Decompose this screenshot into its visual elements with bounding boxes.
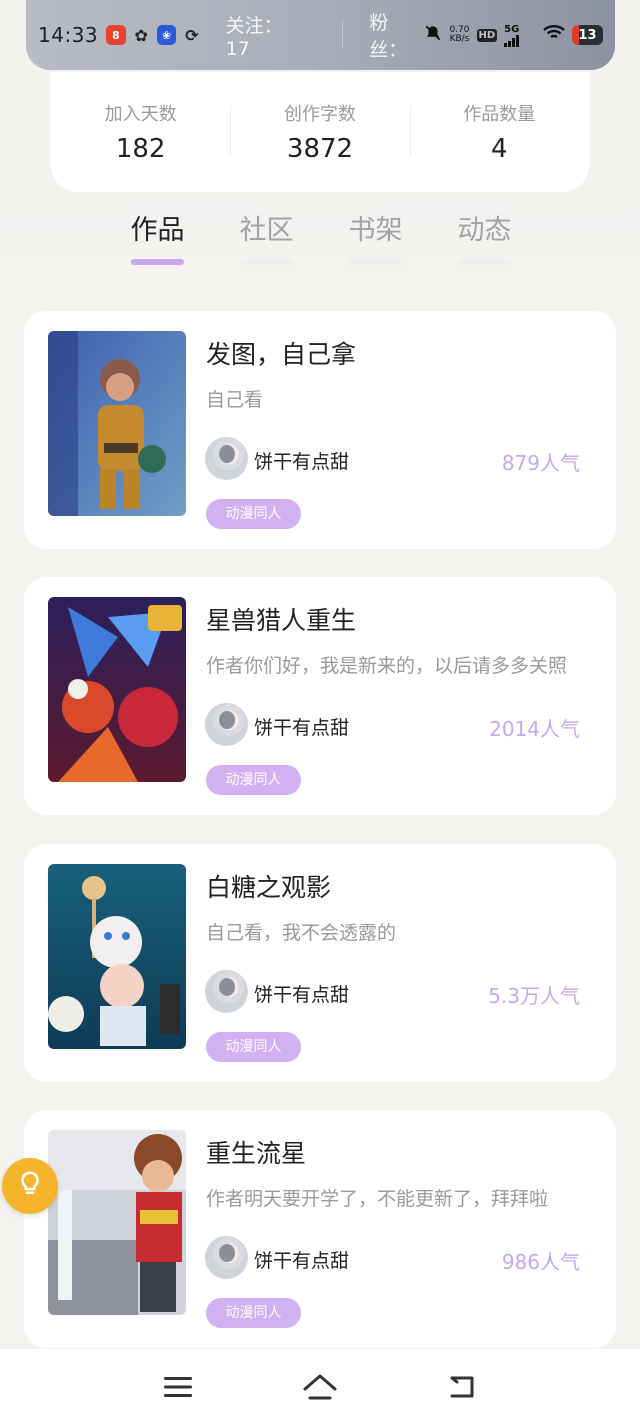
tab-indicator (458, 259, 511, 265)
profile-tabs: 作品 社区 书架 动态 (103, 208, 539, 268)
tab-indicator (240, 259, 293, 265)
baidu-icon: ❀ (156, 25, 177, 45)
tab-indicator (349, 259, 402, 265)
fans-count[interactable]: 粉丝： (369, 8, 424, 62)
leaf-icon: ⟳ (185, 25, 199, 45)
system-navigation-bar (0, 1349, 640, 1423)
popularity-count: 2014人气 (489, 717, 580, 741)
work-cover-image[interactable] (48, 864, 186, 1049)
tab-bookshelf[interactable]: 书架 (321, 208, 430, 268)
stat-value: 182 (115, 134, 166, 164)
follow-count[interactable]: 关注：17 (226, 11, 305, 60)
genre-tag[interactable]: 动漫同人 (206, 1298, 301, 1328)
work-title: 重生流星 (206, 1139, 307, 1168)
work-description: 作者你们好，我是新来的，以后请多多关照 (206, 655, 568, 677)
work-card[interactable]: 重生流星 作者明天要开学了，不能更新了，拜拜啦 饼干有点甜 986人气 动漫同人 (24, 1110, 616, 1348)
profile-stats-card: 加入天数 182 创作字数 3872 作品数量 4 (51, 72, 589, 192)
network-speed-unit: KB/s (449, 34, 470, 44)
menu-icon[interactable] (158, 1369, 198, 1405)
work-card[interactable]: 星兽猎人重生 作者你们好，我是新来的，以后请多多关照 饼干有点甜 2014人气 … (24, 577, 616, 815)
battery-icon: 13 (571, 25, 604, 45)
work-title: 发图，自己拿 (206, 340, 357, 369)
work-card[interactable]: 白糖之观影 自己看，我不会透露的 饼干有点甜 5.3万人气 动漫同人 (24, 844, 616, 1082)
author-avatar[interactable] (205, 437, 248, 480)
author-name[interactable]: 饼干有点甜 (254, 713, 349, 740)
work-cover-image[interactable] (48, 331, 186, 516)
author-name[interactable]: 饼干有点甜 (254, 1246, 349, 1273)
stat-label: 作品数量 (463, 104, 536, 125)
author-avatar[interactable] (205, 970, 248, 1013)
status-divider (342, 21, 344, 49)
back-icon[interactable] (442, 1369, 482, 1405)
work-description: 作者明天要开学了，不能更新了，拜拜啦 (206, 1188, 549, 1210)
work-card[interactable]: 发图，自己拿 自己看 饼干有点甜 879人气 动漫同人 (24, 311, 616, 549)
hd-icon: HD (476, 28, 498, 42)
genre-tag[interactable]: 动漫同人 (206, 1032, 301, 1062)
wechat-icon: ✿ (134, 25, 148, 45)
network-speed: 0.70 KB/s (449, 26, 469, 44)
work-cover-image[interactable] (48, 1130, 186, 1315)
stat-works-count: 作品数量 4 (409, 100, 589, 164)
popularity-count: 879人气 (501, 451, 580, 475)
genre-tag[interactable]: 动漫同人 (206, 765, 301, 795)
tab-label: 书架 (348, 215, 403, 246)
stat-join-days: 加入天数 182 (51, 100, 230, 164)
author-avatar[interactable] (205, 1236, 248, 1279)
stat-value: 4 (491, 134, 508, 164)
author-avatar[interactable] (205, 703, 248, 746)
status-bar: 14:33 8 ✿ ❀ ⟳ 关注：17 粉丝： 0.70 KB/s HD 5G … (26, 0, 615, 70)
tab-works[interactable]: 作品 (103, 208, 212, 268)
tab-community[interactable]: 社区 (212, 208, 321, 268)
tab-indicator (131, 259, 184, 265)
popularity-count: 5.3万人气 (488, 984, 580, 1008)
author-name[interactable]: 饼干有点甜 (254, 447, 349, 474)
genre-tag[interactable]: 动漫同人 (206, 499, 301, 529)
stat-label: 加入天数 (104, 104, 177, 125)
signal-label: 5G (504, 23, 520, 35)
signal-icon: 5G (504, 24, 536, 47)
tab-label: 社区 (239, 215, 294, 246)
work-description: 自己看 (206, 389, 264, 411)
tab-label: 动态 (457, 215, 512, 246)
tab-label: 作品 (130, 215, 185, 246)
lightbulb-float-button[interactable] (2, 1158, 58, 1214)
system-status-icons: 0.70 KB/s HD 5G 13 (424, 24, 604, 47)
stat-value: 3872 (286, 134, 354, 164)
stat-label: 创作字数 (283, 104, 356, 125)
author-name[interactable]: 饼干有点甜 (254, 980, 349, 1007)
work-title: 星兽猎人重生 (206, 606, 357, 635)
wifi-icon (543, 24, 565, 46)
popularity-count: 986人气 (501, 1250, 580, 1274)
home-icon[interactable] (300, 1369, 340, 1405)
lightbulb-icon (15, 1169, 45, 1203)
work-cover-image[interactable] (48, 597, 186, 782)
work-title: 白糖之观影 (206, 873, 332, 902)
tab-activity[interactable]: 动态 (430, 208, 539, 268)
mute-bell-icon (424, 24, 442, 47)
status-time: 14:33 (38, 23, 99, 47)
work-description: 自己看，我不会透露的 (206, 922, 397, 944)
app-red-icon: 8 (106, 25, 126, 45)
stat-word-count: 创作字数 3872 (230, 100, 409, 164)
